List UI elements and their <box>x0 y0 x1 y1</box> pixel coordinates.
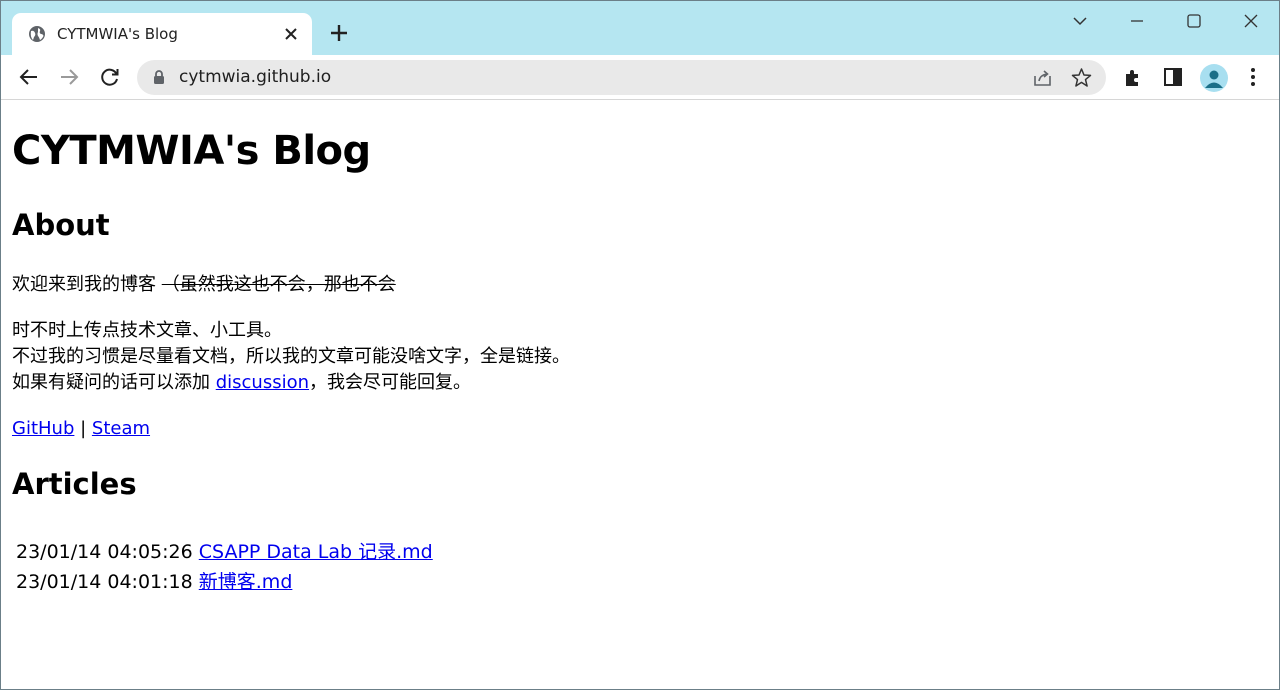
menu-kebab-icon[interactable] <box>1242 66 1264 88</box>
close-tab-icon[interactable] <box>282 25 300 43</box>
maximize-icon[interactable] <box>1184 11 1204 31</box>
article-row: 23/01/14 04:05:26 CSAPP Data Lab 记录.md <box>16 537 433 564</box>
bookmark-star-icon[interactable] <box>1071 67 1092 88</box>
browser-window: CYTMWIA's Blog cytmwia.github.io CYTMWIA… <box>0 0 1280 690</box>
profile-icon <box>1205 70 1223 88</box>
struck-text: （虽然我这也不会，那也不会 <box>161 274 396 295</box>
article-link[interactable]: 新博客.md <box>199 571 293 593</box>
reload-icon[interactable] <box>99 66 121 88</box>
article-link[interactable]: CSAPP Data Lab 记录.md <box>199 541 433 563</box>
tab-strip: CYTMWIA's Blog <box>1 1 1279 55</box>
article-time: 23/01/14 04:05:26 <box>16 541 193 563</box>
new-tab-icon[interactable] <box>329 23 349 43</box>
github-link[interactable]: GitHub <box>12 418 74 439</box>
minimize-icon[interactable] <box>1127 11 1147 31</box>
profile-avatar[interactable] <box>1200 64 1228 92</box>
steam-link[interactable]: Steam <box>92 418 150 439</box>
side-panel-icon[interactable] <box>1162 66 1184 88</box>
tab-active[interactable]: CYTMWIA's Blog <box>12 13 312 55</box>
intro-line-3: 如果有疑问的话可以添加 discussion，我会尽可能回复。 <box>12 370 471 396</box>
extensions-icon[interactable] <box>1122 66 1144 88</box>
globe-icon <box>29 26 45 42</box>
tab-search-chevron-icon[interactable] <box>1070 11 1090 31</box>
address-bar[interactable]: cytmwia.github.io <box>137 60 1106 95</box>
page-title: CYTMWIA's Blog <box>12 128 371 174</box>
link-separator: | <box>74 418 92 439</box>
lock-icon[interactable] <box>151 69 167 85</box>
intro-line-3-prefix: 如果有疑问的话可以添加 <box>12 372 216 393</box>
close-window-icon[interactable] <box>1241 11 1261 31</box>
article-time: 23/01/14 04:01:18 <box>16 571 193 593</box>
browser-toolbar: cytmwia.github.io <box>1 55 1279 100</box>
welcome-text: 欢迎来到我的博客 <box>12 274 156 295</box>
discussion-link[interactable]: discussion <box>216 372 309 393</box>
intro-line-2: 不过我的习惯是尽量看文档，所以我的文章可能没啥文字，全是链接。 <box>12 346 570 367</box>
forward-icon[interactable] <box>58 66 80 88</box>
url-text[interactable]: cytmwia.github.io <box>179 67 331 87</box>
articles-heading: Articles <box>12 467 137 501</box>
social-links: GitHub | Steam <box>12 416 150 442</box>
about-heading: About <box>12 208 110 242</box>
intro-line-3-suffix: ，我会尽可能回复。 <box>309 372 472 393</box>
article-row: 23/01/14 04:01:18 新博客.md <box>16 567 292 594</box>
tab-title: CYTMWIA's Blog <box>57 25 178 43</box>
back-icon[interactable] <box>18 66 40 88</box>
share-icon[interactable] <box>1032 67 1053 88</box>
welcome-line: 欢迎来到我的博客 （虽然我这也不会，那也不会 <box>12 272 396 298</box>
intro-line-1: 时不时上传点技术文章、小工具。 <box>12 320 282 341</box>
